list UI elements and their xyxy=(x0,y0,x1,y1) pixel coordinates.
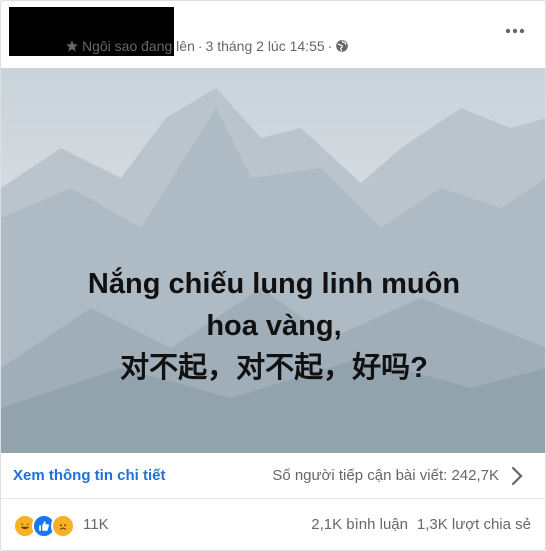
reaction-count[interactable]: 11K xyxy=(83,516,109,533)
comment-count[interactable]: 2,1K bình luận xyxy=(311,516,408,533)
share-count[interactable]: 1,3K lượt chia sẻ xyxy=(417,516,531,533)
post-meta: Ngôi sao đang lên · 3 tháng 2 lúc 14:55 … xyxy=(65,37,349,55)
globe-icon xyxy=(335,39,349,53)
caption-line: 对不起，对不起，好吗? xyxy=(120,352,428,384)
timestamp[interactable]: 3 tháng 2 lúc 14:55 xyxy=(206,38,325,54)
ellipsis-icon xyxy=(505,28,525,34)
post-card: Ngôi sao đang lên · 3 tháng 2 lúc 14:55 … xyxy=(0,0,546,551)
caption-line: Nắng chiếu lung linh muôn xyxy=(87,268,461,300)
view-insights-link[interactable]: Xem thông tin chi tiết xyxy=(13,467,166,484)
separator: · xyxy=(197,38,203,54)
reach-label: Số người tiếp cận bài viết: 242,7K xyxy=(272,467,499,484)
chevron-right-icon[interactable] xyxy=(505,462,529,490)
mountain-background xyxy=(1,88,545,453)
post-image[interactable]: Nắng chiếu lung linh muôn hoa vàng, 对不起，对不… xyxy=(1,68,545,453)
post-caption: Nắng chiếu lung linh muôn hoa vàng, 对不起，对不… xyxy=(1,263,545,389)
star-icon xyxy=(65,39,79,53)
separator: · xyxy=(327,38,333,54)
engagement-row: 11K 2,1K bình luận 1,3K lượt chia sẻ xyxy=(1,499,545,550)
sad-icon xyxy=(51,514,75,538)
insights-bar: Xem thông tin chi tiết Số người tiếp cận… xyxy=(1,454,545,499)
more-options-button[interactable] xyxy=(503,21,527,41)
caption-line: hoa vàng, xyxy=(206,310,342,342)
badge-label[interactable]: Ngôi sao đang lên xyxy=(82,38,195,54)
reaction-icons[interactable] xyxy=(13,514,75,538)
